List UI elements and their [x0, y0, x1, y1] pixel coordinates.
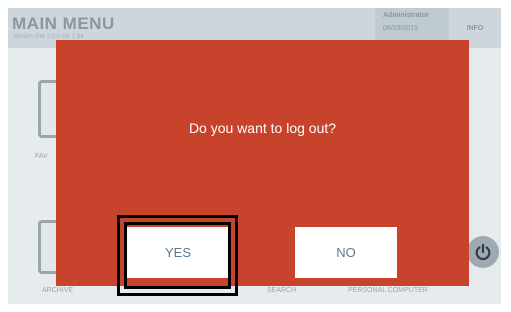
search-label: SEARCH: [267, 287, 297, 294]
dialog-message: Do you want to log out?: [188, 120, 337, 136]
favorites-label: FAV: [35, 153, 48, 160]
user-name: Administrator: [383, 12, 429, 19]
power-button[interactable]: [467, 236, 499, 268]
personal-computer-label: PERSONAL COMPUTER: [348, 287, 428, 294]
page-title: MAIN MENU: [12, 14, 115, 33]
date-text: 06/03/2015: [383, 25, 419, 32]
archive-label: ARCHIVE: [42, 287, 74, 294]
power-icon: [475, 243, 491, 261]
no-button[interactable]: NO: [295, 227, 397, 278]
highlight-inner-frame: [124, 222, 231, 289]
